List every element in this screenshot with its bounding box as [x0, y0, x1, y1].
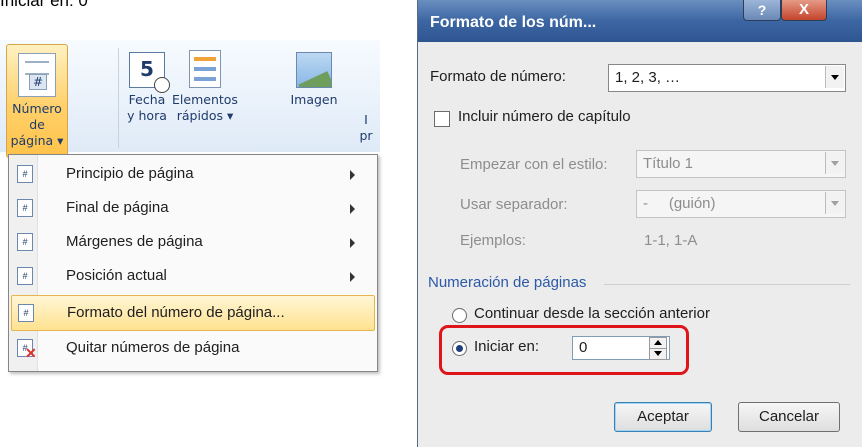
top-of-page-icon: #: [17, 165, 33, 183]
separator-label: Usar separador:: [460, 196, 568, 213]
examples-value: 1-1, 1-A: [644, 232, 698, 249]
format-page-numbers-icon: #: [18, 304, 34, 322]
ribbon-separator: [118, 48, 119, 148]
start-style-label: Empezar con el estilo:: [460, 156, 608, 173]
menu-item-label: Final de página: [66, 199, 169, 216]
menu-item-remove-page-numbers[interactable]: # ✕ Quitar números de página: [11, 331, 373, 365]
submenu-arrow-icon: [350, 204, 355, 214]
partial-ribbon-label-1: I: [364, 112, 368, 127]
continue-label: Continuar desde la sección anterior: [474, 305, 710, 322]
quick-parts-icon: [189, 50, 221, 88]
image-icon: [296, 52, 332, 88]
separator-value: - (guión): [643, 195, 716, 212]
number-format-label: Formato de número:: [430, 68, 566, 85]
calendar-icon: 5: [129, 52, 170, 93]
menu-item-format-page-numbers[interactable]: # Formato del número de página...: [11, 295, 375, 331]
number-format-value: 1, 2, 3, …: [615, 69, 681, 86]
menu-item-top-of-page[interactable]: # Principio de página: [11, 157, 373, 191]
menu-item-label: Formato del número de página...: [67, 304, 285, 321]
menu-item-label: Posición actual: [66, 267, 167, 284]
group-divider: [604, 284, 850, 285]
number-format-select[interactable]: 1, 2, 3, …: [608, 64, 846, 92]
menu-item-label: Quitar números de página: [66, 339, 240, 356]
date-time-label-2: y hora: [127, 108, 167, 123]
chevron-down-icon[interactable]: [825, 152, 844, 174]
submenu-arrow-icon: [350, 170, 355, 180]
start-style-select[interactable]: Título 1: [636, 150, 846, 178]
bottom-of-page-icon: #: [17, 199, 33, 217]
quick-parts-label-2: rápidos ▾: [176, 108, 234, 123]
current-position-icon: #: [17, 267, 33, 285]
chevron-down-icon[interactable]: [825, 192, 844, 214]
separator-select[interactable]: - (guión): [636, 190, 846, 218]
cancel-button[interactable]: Cancelar: [738, 402, 840, 432]
partial-ribbon-label-2: pr: [359, 128, 373, 143]
page-number-label-1: Número de: [12, 101, 62, 132]
examples-label: Ejemplos:: [460, 232, 526, 249]
help-button[interactable]: ?: [743, 0, 781, 21]
menu-item-page-margins[interactable]: # Márgenes de página: [11, 225, 373, 259]
quick-parts-label-1: Elementos: [172, 92, 238, 107]
partial-ribbon-button[interactable]: I pr: [356, 112, 376, 152]
chevron-down-icon[interactable]: [825, 66, 844, 88]
top-caption: Iniciar en: 0: [0, 0, 88, 10]
start-style-value: Título 1: [643, 155, 694, 172]
quick-parts-button[interactable]: Elementos rápidos ▾: [172, 44, 238, 154]
ok-button[interactable]: Aceptar: [614, 402, 712, 432]
image-button[interactable]: Imagen: [286, 44, 342, 154]
highlight-box: [439, 325, 689, 375]
format-page-numbers-dialog: Formato de los núm... ? X Formato de núm…: [417, 0, 862, 447]
menu-item-label: Principio de página: [66, 165, 194, 182]
submenu-arrow-icon: [350, 238, 355, 248]
remove-x-icon: ✕: [25, 345, 37, 361]
include-chapter-checkbox[interactable]: [434, 111, 450, 127]
date-time-label-1: Fecha: [128, 92, 166, 107]
page-number-label-2: página ▾: [10, 133, 64, 148]
page-numbering-title: Numeración de páginas: [428, 274, 587, 291]
menu-item-label: Márgenes de página: [66, 233, 203, 250]
menu-item-current-position[interactable]: # Posición actual: [11, 259, 373, 293]
include-chapter-label: Incluir número de capítulo: [458, 108, 631, 125]
menu-item-bottom-of-page[interactable]: # Final de página: [11, 191, 373, 225]
close-button[interactable]: X: [781, 0, 827, 21]
dialog-title: Formato de los núm...: [430, 14, 597, 31]
continue-radio[interactable]: [452, 308, 467, 323]
date-time-button[interactable]: 5 Fecha y hora: [124, 44, 170, 154]
page-margins-icon: #: [17, 233, 33, 251]
submenu-arrow-icon: [350, 272, 355, 282]
page-number-icon: #: [18, 53, 56, 97]
image-label: Imagen: [290, 92, 338, 107]
page-number-menu: # Principio de página # Final de página …: [8, 154, 378, 372]
page-number-button[interactable]: # Número de página ▾: [6, 44, 68, 158]
